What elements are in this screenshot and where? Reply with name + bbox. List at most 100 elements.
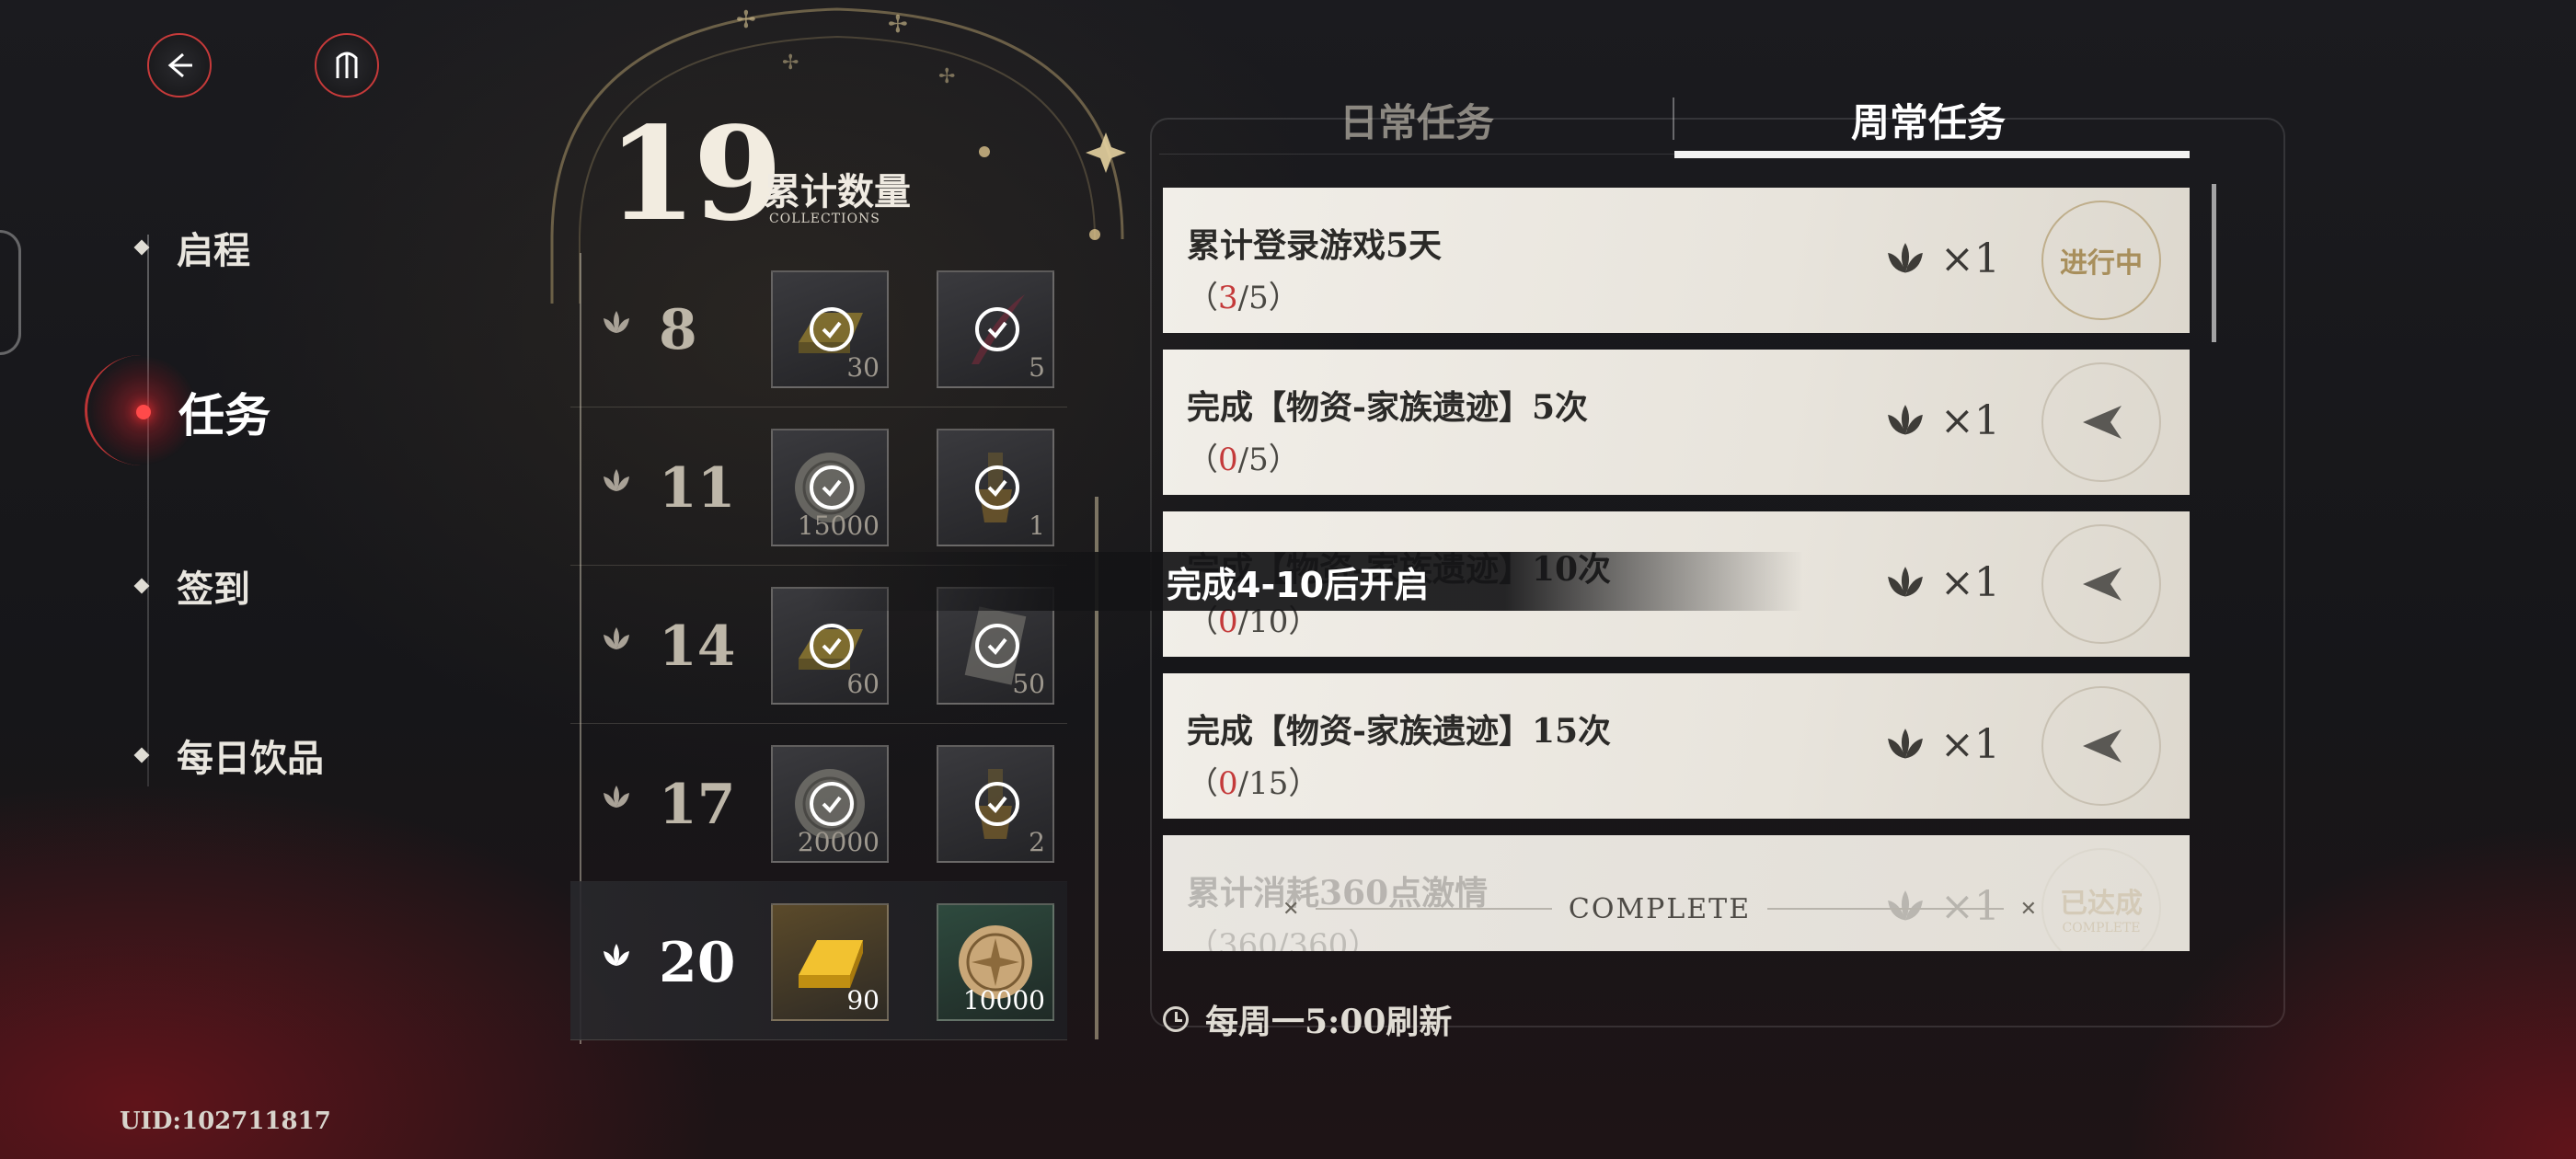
reward-item[interactable]: 90 [771,903,889,1021]
reward-item[interactable]: 2 [937,745,1054,863]
edge-decoration [0,230,21,355]
task-title: 完成【物资-家族遗迹】15次 [1187,712,1612,751]
milestone-row: 17 20000 2 [570,723,1067,882]
back-button[interactable] [147,33,212,98]
task-progress-current: 360 [1218,927,1278,951]
nav-item-meiriyinpin[interactable]: 每日饮品 [133,729,324,782]
reward-qty: 90 [846,985,880,1016]
go-arrow-icon [2083,406,2122,439]
clock-icon [1163,1006,1189,1032]
claimed-check-icon [975,624,1019,668]
task-progress: （0/15） [1187,765,1320,802]
reward-item[interactable]: 5 [937,270,1054,388]
claimed-check-icon [810,307,854,351]
nav-line [147,235,149,786]
uid-label: UID:102711817 [120,1107,331,1135]
task-go-button[interactable] [2041,362,2161,482]
back-arrow-icon [167,52,192,78]
claimed-check-icon [975,465,1019,510]
reward-item[interactable]: 15000 [771,429,889,546]
task-scrollbar[interactable] [2212,184,2216,342]
task-progress: （3/5） [1187,280,1300,316]
lotus-icon [1888,567,1923,597]
task-card: 完成【物资-家族遗迹】5次 （0/5） ×1 [1163,350,2190,495]
reward-item[interactable]: 1 [937,429,1054,546]
svg-text:✢: ✢ [736,6,756,34]
nav-item-label: 每日饮品 [177,737,324,780]
task-reward-count: ×1 [1940,235,2000,282]
task-progress-current: 3 [1218,280,1238,316]
milestone-threshold: 11 [659,456,736,521]
collection-total: 19 [607,99,783,250]
reward-qty: 15000 [797,511,880,541]
nav-item-label: 签到 [177,568,250,611]
task-progress-total: 5 [1248,280,1269,316]
task-card: 完成【物资-家族遗迹】15次 （0/15） ×1 [1163,673,2190,819]
cross-icon: ✕ [2019,897,2037,921]
lotus-icon [604,786,629,808]
task-reward-count: ×1 [1940,721,2000,768]
task-card-complete: 累计消耗360点激情 （360/360） ×1 已达成 COMPLETE ✕ C… [1163,835,2190,951]
nav-active-dot-icon [136,405,151,419]
nav-item-qiandao[interactable]: 签到 [133,559,250,613]
task-progress-total: 5 [1248,442,1269,478]
task-status-button: 已达成 COMPLETE [2041,848,2161,951]
milestone-threshold: 8 [659,298,697,362]
task-progress-total: 15 [1248,765,1289,802]
milestone-threshold: 20 [659,931,736,995]
milestone-threshold: 17 [659,773,736,837]
task-title: 累计登录游戏5天 [1187,226,1443,265]
lotus-icon [604,469,629,491]
task-status-sublabel: COMPLETE [2062,921,2141,935]
refresh-text: 每周一5:00刷新 [1205,1003,1453,1041]
complete-stamp: ✕ COMPLETE ✕ [1282,889,2037,929]
claimed-check-icon [975,782,1019,826]
go-arrow-icon [2083,729,2122,763]
task-reward-count: ×1 [1940,397,2000,444]
milestone-threshold: 14 [659,614,736,679]
complete-label: COMPLETE [1568,892,1752,925]
nav-diamond-icon [133,578,150,594]
reward-item[interactable]: 30 [771,270,889,388]
reward-qty: 50 [1012,669,1045,699]
reward-qty: 10000 [962,985,1045,1016]
reward-qty: 1 [1029,511,1045,541]
claimed-check-icon [810,782,854,826]
svg-text:✢: ✢ [888,11,908,39]
collection-label: 累计数量 [764,170,911,213]
milestone-row: 11 15000 1 [570,407,1067,566]
task-status-button[interactable]: 进行中 [2041,201,2161,320]
lotus-icon [604,944,629,966]
lotus-icon [1888,729,1923,759]
task-status-label: 进行中 [2060,247,2143,280]
task-progress-current: 0 [1218,765,1238,802]
milestone-list: 8 30 5 11 15000 1 14 60 50 17 20000 2 20… [570,248,1095,1045]
lotus-icon [1888,405,1923,435]
lock-banner: 完成4-10后开启 [810,552,1803,611]
task-title: 完成【物资-家族遗迹】5次 [1187,388,1588,427]
nav-item-label: 任务 [178,388,270,442]
reward-item[interactable]: 10000 [937,903,1054,1021]
task-go-button[interactable] [2041,686,2161,806]
milestone-row: 8 30 5 [570,248,1067,407]
svg-text:✢: ✢ [938,65,955,88]
claimed-check-icon [975,307,1019,351]
nav-diamond-icon [133,239,150,256]
complete-line [1316,908,1552,910]
task-reward-count: ×1 [1940,559,2000,606]
reward-item[interactable]: 20000 [771,745,889,863]
emblem-button[interactable] [315,33,379,98]
nav-item-qicheng[interactable]: 启程 [133,221,250,274]
nav-diamond-icon [133,747,150,763]
emblem-icon [336,52,358,78]
svg-text:✢: ✢ [782,52,799,75]
cross-icon: ✕ [1282,897,1300,921]
complete-line [1767,908,2004,910]
nav-item-renwu[interactable]: 任务 [136,379,270,445]
lotus-icon [604,627,629,649]
task-card: 累计登录游戏5天 （3/5） ×1 进行中 [1163,188,2190,333]
collection-sub-label: COLLECTIONS [769,212,880,226]
task-go-button[interactable] [2041,524,2161,644]
reward-qty: 20000 [797,827,880,857]
task-status-label: 已达成 [2060,888,2143,920]
